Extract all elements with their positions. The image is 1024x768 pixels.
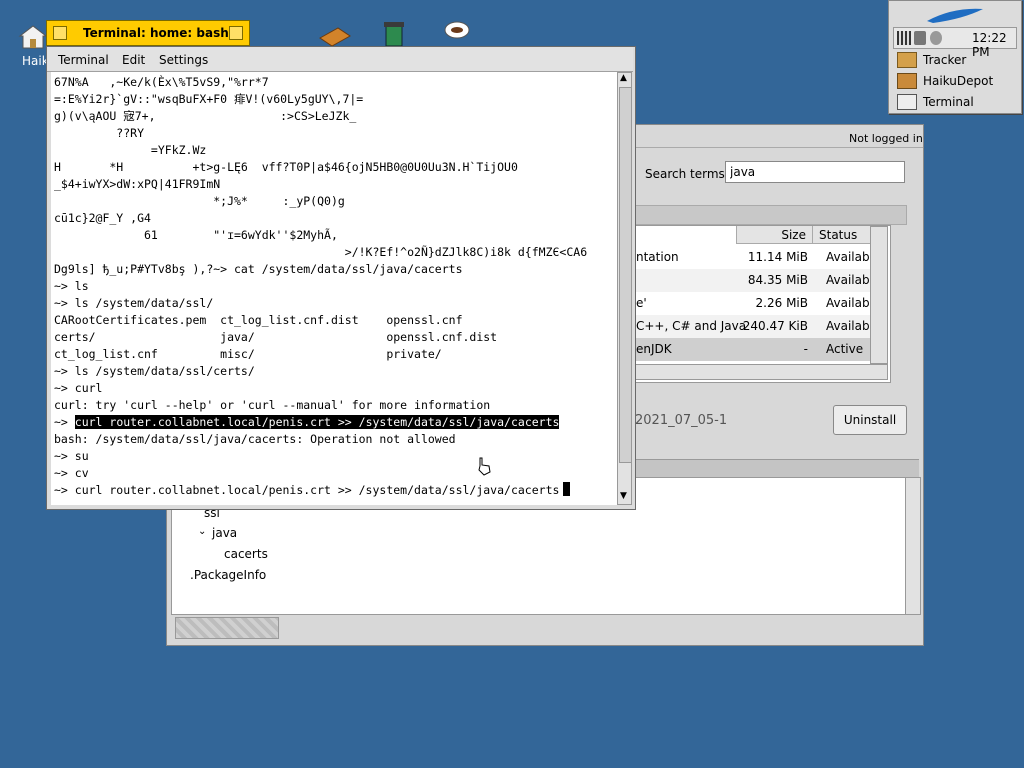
login-status[interactable]: Not logged in <box>849 132 923 145</box>
tree-item-cacerts[interactable]: cacerts <box>224 547 268 561</box>
deskbar-item-terminal[interactable]: Terminal <box>891 92 1017 112</box>
terminal-line: curl: try 'curl --help' or 'curl --manua… <box>54 398 491 412</box>
terminal-line: =YFkZ.Wz <box>54 143 207 157</box>
package-version: 2021_07_05-1 <box>635 413 728 428</box>
window-title: Terminal: home: bash <box>83 26 229 40</box>
menu-settings[interactable]: Settings <box>159 53 208 67</box>
terminal-line: Dg9ls] ђ_u;P#YTv8bş ),?~> cat /system/da… <box>54 262 463 276</box>
search-label: Search terms: <box>645 167 729 181</box>
deskbar-item-haikudepot[interactable]: HaikuDepot <box>891 71 1017 91</box>
tracker-icon <box>897 52 917 68</box>
file-tree-scrollbar[interactable] <box>905 477 921 615</box>
terminal-line: >/!K?Ef!^o2Ñ}dZJlk8C)i8k d{fMZЄ<CA6 <box>54 245 588 259</box>
hand-pointer-icon <box>474 456 494 476</box>
terminal-line: ct_log_list.cnf misc/ private/ <box>54 347 442 361</box>
package-list-scrollbar[interactable] <box>870 226 888 364</box>
terminal-line: =:E%Yi2r}`gV::"wsqBuFX+F0 痱V!(v60Ly5gUY\… <box>54 92 364 106</box>
terminal-icon <box>897 94 917 110</box>
system-tray[interactable]: 12:22 PM <box>893 27 1017 59</box>
chevron-down-icon[interactable]: ⌄ <box>198 526 206 537</box>
terminal-line: H *H +t>g-LĘ6 vff?T0P|a$46{ojN5HB0@0U0Uu… <box>54 160 518 174</box>
leaf-logo[interactable] <box>923 5 987 25</box>
terminal-line-selected[interactable]: ~> curl router.collabnet.local/penis.crt… <box>54 414 560 431</box>
terminal-line: ~> curl <box>54 381 103 395</box>
column-size[interactable]: Size <box>736 226 812 244</box>
selected-text[interactable]: curl router.collabnet.local/penis.crt >>… <box>74 415 560 429</box>
terminal-line: ??RY <box>54 126 145 140</box>
menu-terminal[interactable]: Terminal <box>58 53 109 67</box>
current-command[interactable]: ~> curl router.collabnet.local/penis.crt… <box>54 483 559 497</box>
cpu-meter-icon[interactable] <box>897 31 911 45</box>
volume-icon[interactable] <box>930 31 942 45</box>
terminal-line: g)(v\ąAOU 宼7+, :>CS>LeJZk_ <box>54 109 357 123</box>
package-row[interactable]: e' 2.26 MiB Available <box>634 292 888 315</box>
uninstall-button[interactable]: Uninstall <box>833 405 907 435</box>
close-button[interactable] <box>53 26 67 40</box>
terminal-title-tab[interactable]: Terminal: home: bash <box>46 20 250 46</box>
tree-item-packageinfo[interactable]: .PackageInfo <box>190 568 266 582</box>
coffee-cup-icon[interactable] <box>442 20 472 46</box>
terminal-line: bash: /system/data/ssl/java/cacerts: Ope… <box>54 432 456 446</box>
terminal-line: ~> ls <box>54 279 89 293</box>
package-row[interactable]: 84.35 MiB Available <box>634 269 888 292</box>
terminal-line: ~> ls /system/data/ssl/ <box>54 296 214 310</box>
terminal-line: 67N%A ,~Ke/k(Èx\%T5vS9,"%rr*7 <box>54 75 269 89</box>
deskbar-item-tracker[interactable]: Tracker <box>891 50 1017 70</box>
package-row[interactable]: ntation 11.14 MiB Available <box>634 246 888 269</box>
terminal-line: *;J%* :_yP(Q0)g <box>54 194 345 208</box>
terminal-line: 61 "'ɪ=6wYdk''$2MyhÃ, <box>54 228 338 242</box>
terminal-input-line[interactable]: ~> curl router.collabnet.local/penis.crt… <box>54 482 571 499</box>
prompt: ~> <box>54 415 75 429</box>
package-list[interactable]: Size Status ntation 11.14 MiB Available … <box>633 225 891 383</box>
scroll-down-arrow-icon[interactable]: ▼ <box>620 491 627 501</box>
package-row-selected[interactable]: enJDK - Active <box>634 338 888 361</box>
terminal-output[interactable]: 67N%A ,~Ke/k(Èx\%T5vS9,"%rr*7 =:E%Yi2r}`… <box>51 72 617 505</box>
zoom-button[interactable] <box>229 26 243 40</box>
text-cursor <box>563 482 571 496</box>
menu-edit[interactable]: Edit <box>122 53 145 67</box>
search-input[interactable] <box>725 161 905 183</box>
scroll-up-arrow-icon[interactable]: ▲ <box>620 73 627 83</box>
home-folder-icon[interactable] <box>18 22 48 50</box>
terminal-line: ~> cv <box>54 466 89 480</box>
package-list-hscrollbar[interactable] <box>634 364 888 380</box>
terminal-line: _$4+iwYX>dW:xPQ|41FR9ImN <box>54 177 221 191</box>
book-icon[interactable] <box>318 26 352 48</box>
haikudepot-icon <box>897 73 917 89</box>
terminal-line: certs/ java/ openssl.cnf.dist <box>54 330 498 344</box>
scroll-thumb[interactable] <box>619 87 632 463</box>
terminal-scrollbar[interactable]: ▲ ▼ <box>617 72 632 505</box>
deskbar[interactable]: 12:22 PM Tracker HaikuDepot Terminal <box>888 0 1022 114</box>
terminal-line: CARootCertificates.pem ct_log_list.cnf.d… <box>54 313 463 327</box>
terminal-line: ~> ls /system/data/ssl/certs/ <box>54 364 255 378</box>
terminal-line: ~> su <box>54 449 89 463</box>
tree-item-java[interactable]: java <box>212 526 237 540</box>
progress-bar <box>175 617 279 639</box>
terminal-line: cū1c}2@F_Y ,G4 <box>54 211 151 225</box>
network-icon[interactable] <box>914 31 926 45</box>
trash-icon[interactable] <box>380 20 408 47</box>
menu-bar: Terminal Edit Settings <box>47 47 633 72</box>
terminal-window[interactable]: Terminal Edit Settings 67N%A ,~Ke/k(Èx\%… <box>46 46 636 510</box>
package-row[interactable]: C++, C# and Java 240.47 KiB Available <box>634 315 888 338</box>
